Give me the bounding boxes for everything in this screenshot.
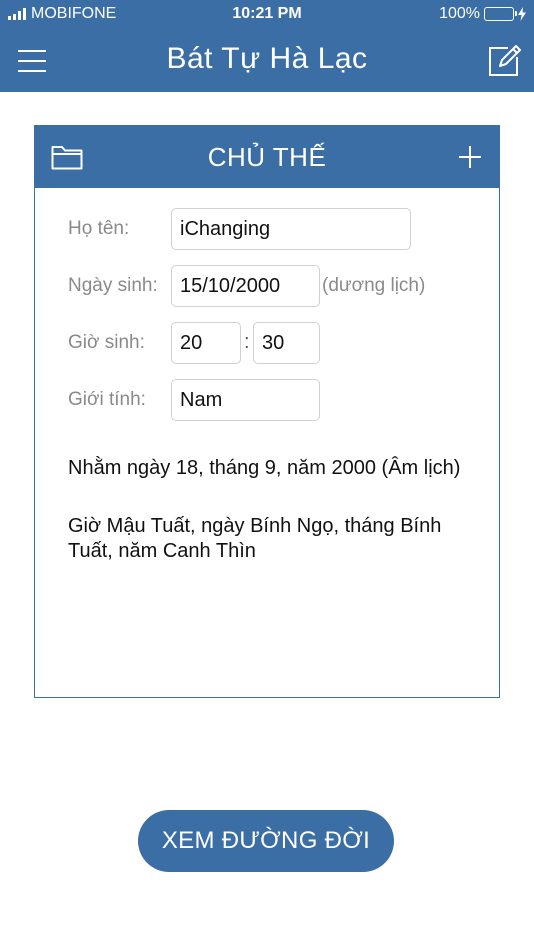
- dob-calendar-note: (dương lịch): [322, 275, 426, 296]
- birth-hour-field[interactable]: 20: [171, 322, 241, 364]
- lunar-date-text: Nhằm ngày 18, tháng 9, năm 2000 (Âm lịch…: [68, 457, 461, 479]
- name-field[interactable]: iChanging: [171, 208, 411, 250]
- card-header: CHỦ THẾ: [35, 126, 499, 188]
- navbar: Bát Tự Hà Lạc: [0, 30, 534, 92]
- card-title: CHỦ THẾ: [207, 142, 327, 172]
- birth-time-label: Giờ sinh:: [68, 332, 145, 353]
- birth-minute-field[interactable]: 30: [253, 322, 320, 364]
- edit-icon[interactable]: [486, 43, 522, 79]
- page-title: Bát Tự Hà Lạc: [166, 42, 368, 75]
- view-life-path-button[interactable]: XEM ĐƯỜNG ĐỜI: [138, 810, 394, 872]
- time-separator: :: [244, 331, 250, 353]
- dob-field[interactable]: 15/10/2000: [171, 265, 320, 307]
- plus-icon[interactable]: [459, 146, 481, 168]
- battery-icon: [484, 7, 517, 21]
- charging-icon: [518, 7, 526, 21]
- status-bar: MOBIFONE 10:21 PM 100%: [0, 0, 534, 30]
- battery-percent: 100%: [439, 5, 480, 22]
- name-label: Họ tên:: [68, 218, 130, 239]
- gender-label: Giới tính:: [68, 389, 146, 410]
- app-header: MOBIFONE 10:21 PM 100% Bát Tự Hà Lạc: [0, 0, 534, 92]
- canchi-text-line1: Giờ Mậu Tuất, ngày Bính Ngọ, tháng Bính: [68, 515, 442, 537]
- canchi-text-line2: Tuất, năm Canh Thìn: [68, 540, 256, 562]
- gender-field[interactable]: Nam: [171, 379, 320, 421]
- subject-card: CHỦ THẾ Họ tên: iChanging Ngày sinh: 15/…: [34, 125, 500, 698]
- dob-label: Ngày sinh:: [68, 275, 158, 296]
